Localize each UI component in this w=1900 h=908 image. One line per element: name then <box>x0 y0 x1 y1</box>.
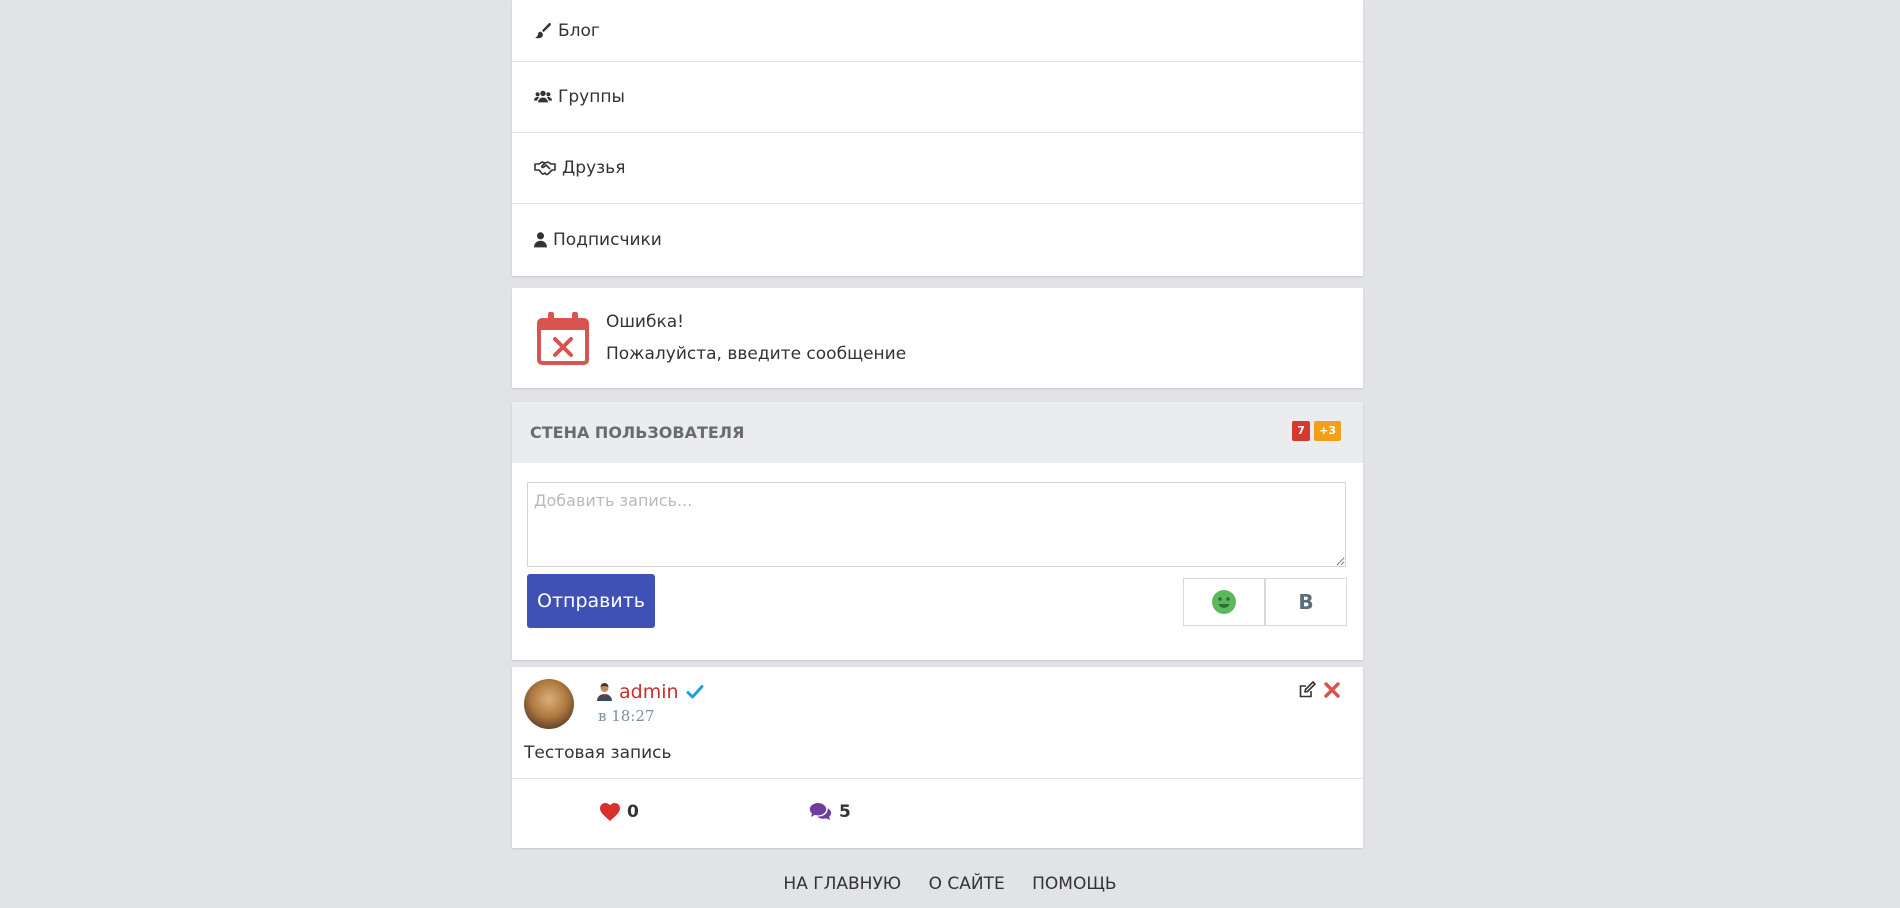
likes-count: 0 <box>627 802 639 822</box>
post-author-name[interactable]: admin <box>619 681 679 703</box>
comments-icon <box>809 803 832 820</box>
users-icon <box>534 90 552 103</box>
smile-icon <box>1212 590 1236 614</box>
wall-post: admin в 18:27 Тестовая запись 0 5 <box>512 667 1363 848</box>
error-message: Пожалуйста, введите сообщение <box>606 344 907 364</box>
new-badge: +3 <box>1314 421 1341 441</box>
send-button[interactable]: Отправить <box>527 574 655 628</box>
comments-count: 5 <box>839 802 851 822</box>
menu-item-label: Подписчики <box>553 229 662 250</box>
post-time: в 18:27 <box>598 707 655 725</box>
post-divider <box>512 778 1363 779</box>
comments-button[interactable]: 5 <box>809 802 851 822</box>
heart-icon <box>600 803 620 821</box>
error-title: Ошибка! <box>606 312 684 332</box>
brush-icon <box>535 22 551 38</box>
menu-item-label: Группы <box>558 87 625 107</box>
wall-post-input[interactable] <box>527 482 1346 567</box>
menu-item-groups[interactable]: Группы <box>512 62 1363 133</box>
admin-role-icon <box>597 683 612 701</box>
menu-item-label: Блог <box>558 20 600 41</box>
wall-badges: 7 +3 <box>1292 421 1341 441</box>
count-badge: 7 <box>1292 421 1311 441</box>
emoji-button[interactable] <box>1183 578 1265 626</box>
edit-icon[interactable] <box>1298 681 1316 699</box>
footer-nav: НА ГЛАВНУЮ О САЙТЕ ПОМОЩЬ <box>0 874 1900 894</box>
menu-item-friends[interactable]: Друзья <box>512 133 1363 204</box>
verified-check-icon <box>686 685 704 699</box>
error-alert: Ошибка! Пожалуйста, введите сообщение <box>512 288 1363 388</box>
post-author-row: admin <box>596 681 704 703</box>
wall-header: СТЕНА ПОЛЬЗОВАТЕЛЯ 7 +3 <box>512 402 1363 463</box>
user-icon <box>534 231 547 247</box>
footer-link-help[interactable]: ПОМОЩЬ <box>1032 874 1116 894</box>
like-button[interactable]: 0 <box>599 802 639 822</box>
menu-item-label: Друзья <box>562 158 626 178</box>
menu-item-blog[interactable]: Блог <box>512 0 1363 62</box>
menu-item-subscribers[interactable]: Подписчики <box>512 204 1363 275</box>
user-wall: СТЕНА ПОЛЬЗОВАТЕЛЯ 7 +3 Отправить B <box>512 402 1363 660</box>
post-text: Тестовая запись <box>524 743 672 763</box>
handshake-icon <box>534 161 556 176</box>
footer-link-home[interactable]: НА ГЛАВНУЮ <box>783 874 901 894</box>
footer-link-about[interactable]: О САЙТЕ <box>929 874 1005 894</box>
wall-title: СТЕНА ПОЛЬЗОВАТЕЛЯ <box>530 423 745 442</box>
avatar[interactable] <box>524 679 574 729</box>
delete-icon[interactable] <box>1323 681 1341 699</box>
profile-menu: Блог Группы Друзья Подписчики <box>512 0 1363 276</box>
bold-button[interactable]: B <box>1265 578 1347 626</box>
post-actions <box>1298 681 1341 699</box>
calendar-x-icon <box>537 312 589 365</box>
